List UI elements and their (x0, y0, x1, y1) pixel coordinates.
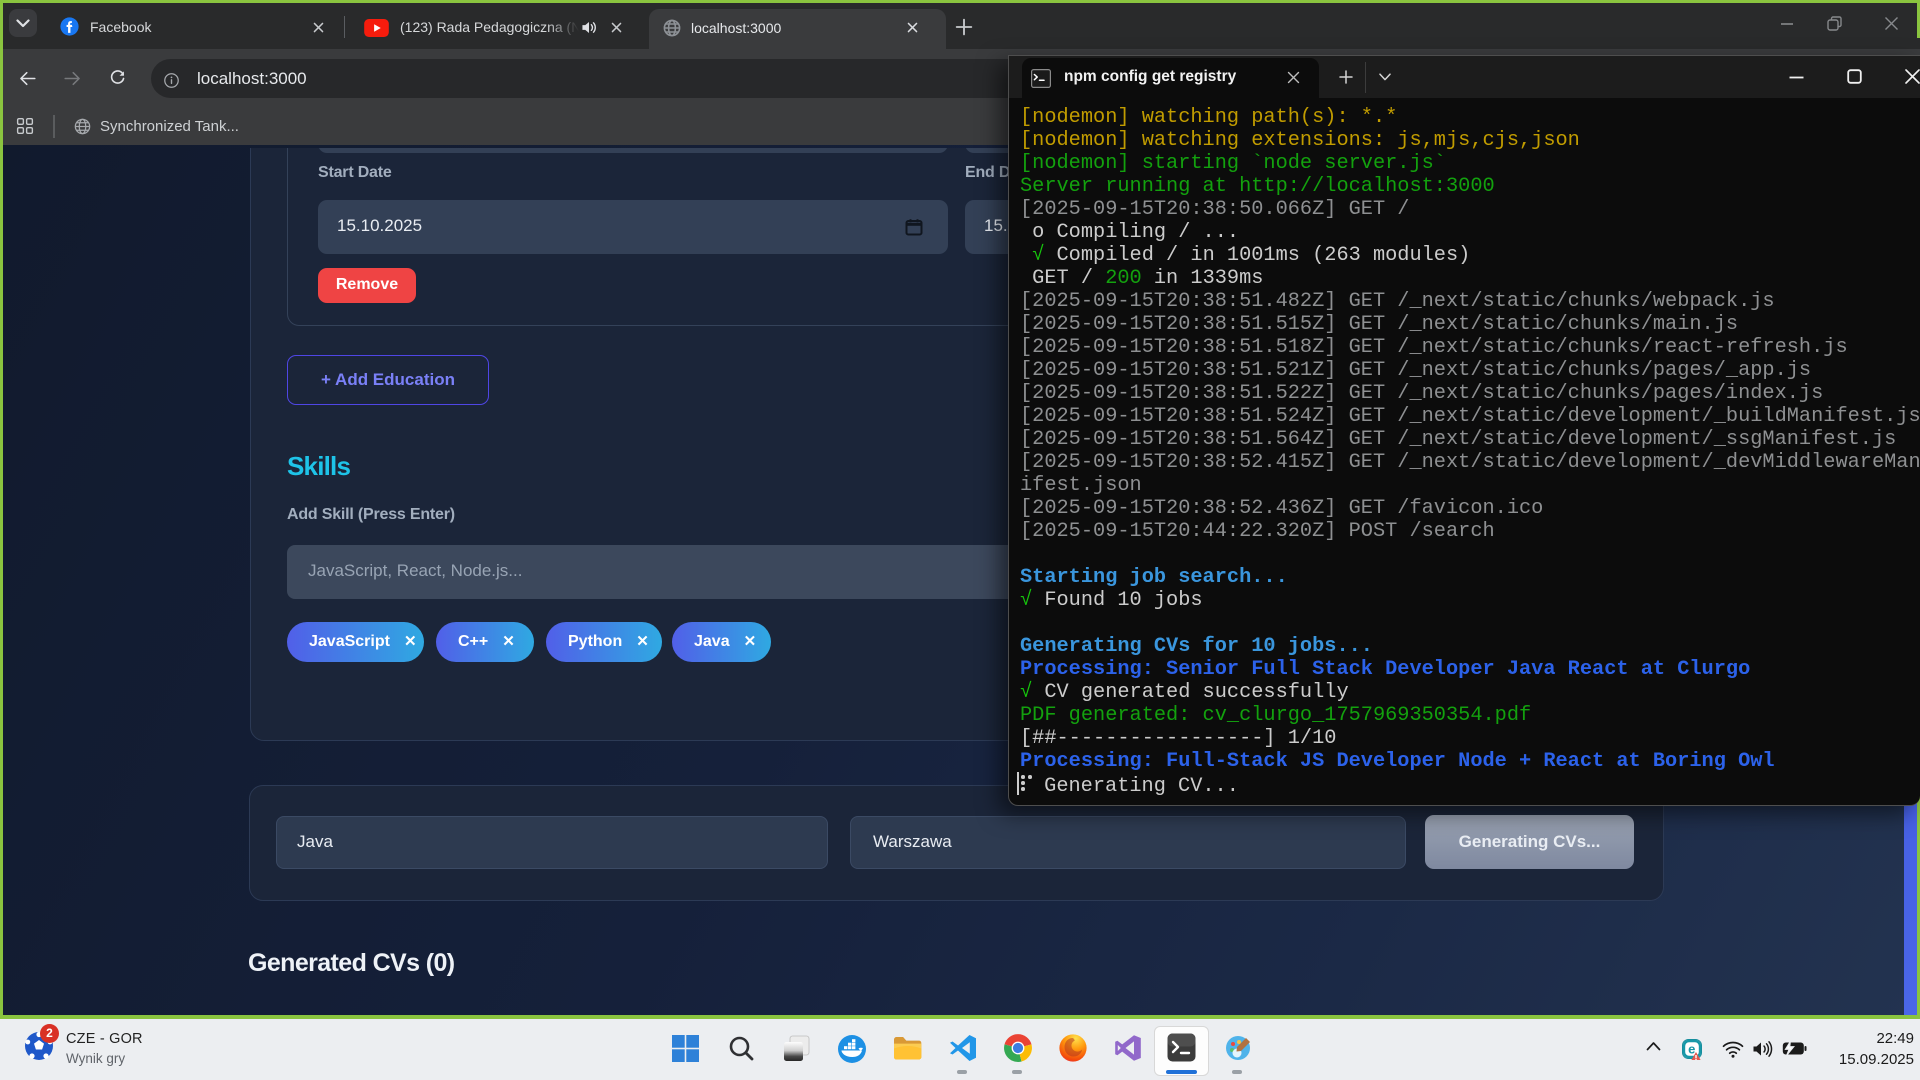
svg-text:e: e (1688, 1042, 1695, 1057)
